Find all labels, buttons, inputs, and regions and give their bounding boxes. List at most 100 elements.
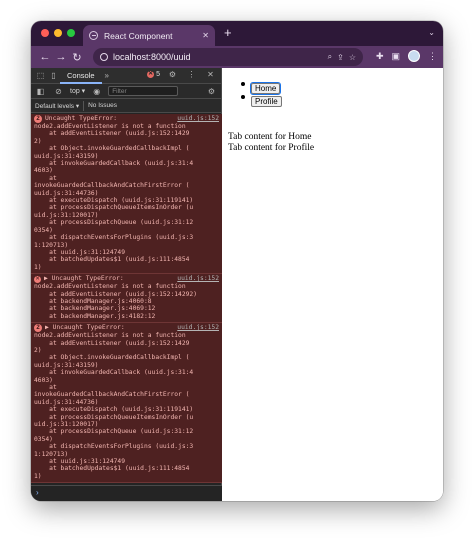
home-tab-content: Tab content for Home xyxy=(228,132,312,142)
console-error-entry[interactable]: uuid.js:152 2 ▶ Uncaught TypeError: node2.a… xyxy=(31,323,222,484)
devtools-tabbar: ⬚ ▯ Console » ✕ 5 ⚙ ⋮ ✕ xyxy=(31,68,221,84)
stack-line: at processDispatchQueueItemsInOrder (u xyxy=(34,204,194,212)
stack-line: uid.js:31:120017) xyxy=(34,421,99,429)
forward-arrow-icon[interactable]: → xyxy=(53,51,69,63)
new-tab-button[interactable]: + xyxy=(224,26,232,40)
repeat-count-badge: 2 xyxy=(34,324,42,333)
source-link[interactable]: uuid.js:152 xyxy=(177,115,219,122)
stack-line: at dispatchEventsForPlugins (uuid.js:3 xyxy=(34,443,194,451)
context-value: top xyxy=(70,88,80,95)
star-icon[interactable]: ☆ xyxy=(349,53,356,62)
gear-icon[interactable]: ⚙ xyxy=(205,87,218,96)
devtools-panel: ⬚ ▯ Console » ✕ 5 ⚙ ⋮ ✕ ◧ ⊘ top ▾ ◉ Filt… xyxy=(31,68,222,501)
profile-tab-button[interactable]: Profile xyxy=(251,96,282,107)
eye-icon[interactable]: ◉ xyxy=(90,87,103,96)
close-window-button[interactable] xyxy=(41,29,49,37)
repeat-count-badge: 2 xyxy=(34,115,42,123)
browser-tab[interactable]: React Component ✕ xyxy=(83,25,215,46)
console-error-entry[interactable]: uuid.js:152 ✕ ▶ Uncaught TypeError: node2.a… xyxy=(31,274,222,324)
stack-line: uuid.js:31:43159) xyxy=(34,152,99,160)
error-icon: ✕ xyxy=(147,71,155,78)
avatar[interactable] xyxy=(408,50,420,62)
tab-strip: React Component ✕ + ⌄ xyxy=(31,21,443,46)
url-text[interactable]: localhost:8000/uuid xyxy=(113,52,323,62)
stack-line: at xyxy=(34,384,57,391)
divider xyxy=(83,100,85,111)
stack-line: invokeGuardedCallbackAndCatchFirstError … xyxy=(34,182,190,190)
globe-icon xyxy=(89,31,98,40)
stack-line: at invokeGuardedCallback (uuid.js:31:4 xyxy=(34,160,194,168)
stack-line: at uuid.js:31:124749 xyxy=(34,248,125,256)
minimize-window-button[interactable] xyxy=(54,29,62,37)
context-selector[interactable]: top ▾ xyxy=(70,87,85,95)
browser-window: React Component ✕ + ⌄ ← → ↻ localhost:80… xyxy=(31,21,443,501)
stack-line: uuid.js:31:43159) xyxy=(34,361,99,369)
levels-label: Default levels xyxy=(35,102,75,110)
page-viewport: Home Profile Tab content for Home Tab co… xyxy=(223,68,443,501)
device-toolbar-icon[interactable]: ▯ xyxy=(47,71,60,80)
stack-line: 1:120713) xyxy=(34,241,69,249)
console-messages[interactable]: uuid.js:152 2 Uncaught TypeError: node2.add… xyxy=(31,114,222,485)
filter-input[interactable]: Filter xyxy=(108,86,179,96)
stack-line: at backendManager.js:4060:8 xyxy=(34,297,152,305)
info-icon[interactable] xyxy=(100,53,108,61)
stack-line: at invokeGuardedCallback (uuid.js:31:4 xyxy=(34,369,194,377)
clear-console-icon[interactable]: ⊘ xyxy=(52,87,65,96)
devtools-actions: ✕ 5 ⚙ ⋮ ✕ xyxy=(147,70,217,79)
console-filter-bar: ◧ ⊘ top ▾ ◉ Filter ⚙ xyxy=(31,84,221,99)
stack-line: 2) xyxy=(34,346,42,354)
console-entry-list: uuid.js:152 2 Uncaught TypeError: node2.add… xyxy=(31,114,222,484)
side-panel-icon[interactable]: ▣ xyxy=(391,51,400,62)
tab-title: React Component xyxy=(104,30,173,41)
issues-count[interactable]: No Issues xyxy=(88,102,117,109)
kebab-menu-icon[interactable]: ⋮ xyxy=(185,70,198,79)
stack-line: at backendManager.js:4069:12 xyxy=(34,305,156,313)
stack-line: at addEventListener (uuid.js:152:1429 xyxy=(34,339,190,347)
stack-line: at executeDispatch (uuid.js:31:119141) xyxy=(34,197,194,205)
window-controls xyxy=(41,29,75,37)
levels-dropdown[interactable]: Default levels ▾ xyxy=(35,102,79,110)
error-count-badge[interactable]: ✕ 5 xyxy=(147,71,160,78)
stack-line: at batchedUpdates$1 (uuid.js:111:4854 xyxy=(34,465,190,473)
source-link[interactable]: uuid.js:152 xyxy=(177,275,219,282)
sidebar-toggle-icon[interactable]: ◧ xyxy=(34,87,47,96)
source-link[interactable]: uuid.js:152 xyxy=(177,324,219,331)
stack-line: at batchedUpdates$1 (uuid.js:111:4854 xyxy=(34,256,190,264)
tab-button-list: Home Profile xyxy=(241,78,282,107)
console-error-entry[interactable]: uuid.js:152 2 Uncaught TypeError: node2.add… xyxy=(31,114,222,275)
error-message: Uncaught TypeError: xyxy=(45,115,118,122)
stack-line: node2.addEventListener is not a function xyxy=(34,332,186,340)
toolbar-actions: ✚ ▣ ⋮ xyxy=(376,50,437,62)
extensions-icon[interactable]: ✚ xyxy=(376,51,384,62)
stack-line: at xyxy=(34,174,57,182)
chevron-down-icon[interactable]: ⌄ xyxy=(428,28,435,37)
address-bar[interactable]: localhost:8000/uuid ⌕ ⇪ ☆ xyxy=(93,48,363,66)
stack-line: 4603) xyxy=(34,376,53,384)
close-icon[interactable]: ✕ xyxy=(202,31,209,40)
zoom-window-button[interactable] xyxy=(67,29,75,37)
stack-line: 1) xyxy=(34,472,42,480)
stack-line: 0354) xyxy=(34,435,53,443)
close-icon[interactable]: ✕ xyxy=(204,70,217,79)
console-prompt[interactable]: › xyxy=(31,485,222,501)
browser-toolbar: ← → ↻ localhost:8000/uuid ⌕ ⇪ ☆ ✚ ▣ ⋮ xyxy=(31,46,443,68)
stack-line: at addEventListener (uuid.js:152:14292) xyxy=(34,290,198,298)
more-tabs-icon[interactable]: » xyxy=(102,71,112,80)
profile-tab-content: Tab content for Profile xyxy=(228,143,315,153)
zoom-icon[interactable]: ⌕ xyxy=(328,52,332,62)
stack-line: at Object.invokeGuardedCallbackImpl ( xyxy=(34,354,190,362)
stack-line: uuid.js:31:44736) xyxy=(34,189,99,197)
stack-line: 1) xyxy=(34,263,42,271)
reload-icon[interactable]: ↻ xyxy=(69,51,85,64)
stack-line: 1:120713) xyxy=(34,450,69,458)
stack-line: invokeGuardedCallbackAndCatchFirstError … xyxy=(34,391,190,399)
back-arrow-icon[interactable]: ← xyxy=(37,51,53,63)
gear-icon[interactable]: ⚙ xyxy=(166,70,179,79)
share-icon[interactable]: ⇪ xyxy=(337,53,344,62)
stack-line: at uuid.js:31:124749 xyxy=(34,458,125,466)
error-icon: ✕ xyxy=(34,276,41,284)
inspect-element-icon[interactable]: ⬚ xyxy=(34,71,47,80)
stack-line: at backendManager.js:4182:12 xyxy=(34,312,156,320)
tab-console[interactable]: Console xyxy=(60,68,102,84)
kebab-menu-icon[interactable]: ⋮ xyxy=(428,51,437,62)
